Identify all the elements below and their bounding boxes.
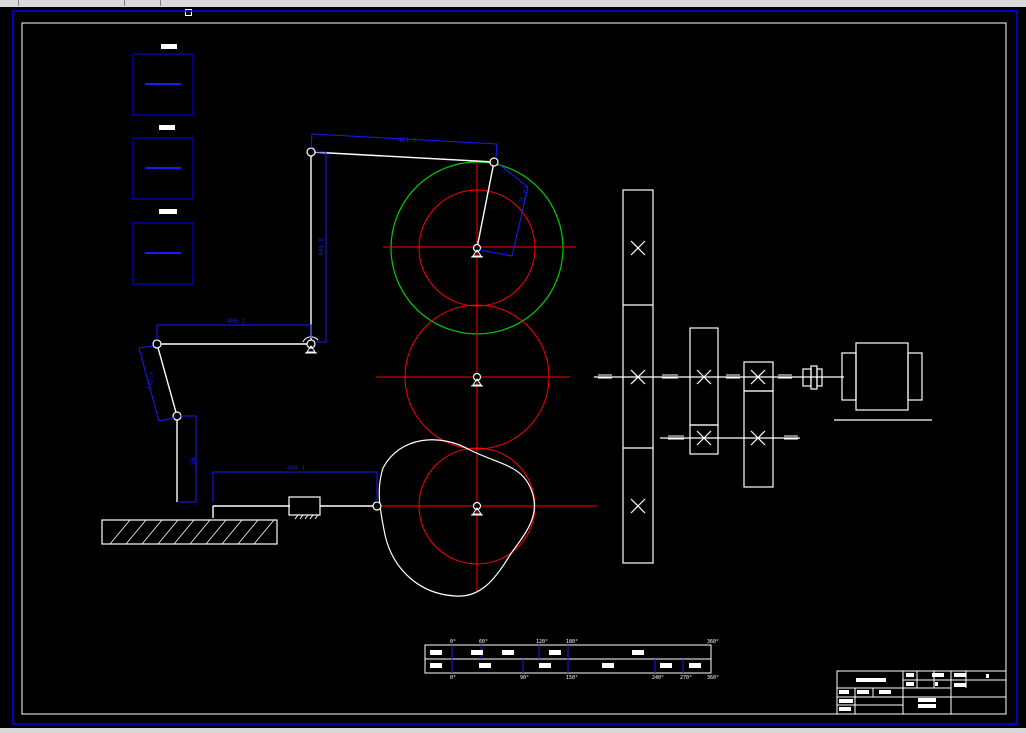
tick-label: 270°	[680, 675, 692, 681]
tick-label: 360°	[707, 639, 719, 645]
tick-label: 150°	[566, 675, 578, 681]
dim-label: 449.8	[318, 238, 325, 256]
drawing-sheet: 461.8 75.03 449.8 400.1 115.7 56 490.1 0…	[12, 10, 1018, 725]
dim-label: 75.03	[518, 185, 530, 205]
legend-label	[159, 125, 175, 130]
tick-label: 240°	[652, 675, 664, 681]
legend-label	[161, 44, 177, 49]
dimension-line	[156, 324, 312, 340]
motor-icon	[834, 342, 932, 421]
dimension-line	[138, 345, 175, 422]
tick-label: 0°	[450, 639, 456, 645]
bearing-icon	[598, 374, 798, 440]
dim-label: 461.8	[398, 137, 416, 144]
tick-label: 60°	[479, 639, 488, 645]
tick-label: 180°	[566, 639, 578, 645]
work-table	[101, 519, 278, 545]
crank-link	[476, 161, 495, 249]
joint	[306, 147, 316, 157]
gear-block	[689, 424, 719, 455]
cad-drawing-canvas[interactable]: 461.8 75.03 449.8 400.1 115.7 56 490.1 0…	[0, 0, 1026, 733]
pivot-icon	[302, 249, 483, 516]
legend-group	[132, 44, 194, 285]
joint	[152, 339, 162, 349]
tick-label: 120°	[536, 639, 548, 645]
tick-label: 360°	[707, 675, 719, 681]
tick-label: 0°	[450, 675, 456, 681]
motion-chart: 0° 60° 120° 180° 360° 0° 90° 150° 240° 2…	[424, 639, 719, 681]
table-hatch	[109, 519, 275, 545]
coupler-link	[310, 151, 495, 163]
tick-label: 90°	[520, 675, 529, 681]
dimension-labels: 461.8 75.03 449.8 400.1 115.7 56 490.1	[145, 137, 530, 472]
gearbox-schematic	[594, 189, 932, 564]
slant-link	[156, 343, 178, 417]
dimensions	[138, 133, 529, 503]
dim-label: 400.1	[227, 318, 245, 325]
cam-profile	[378, 439, 535, 597]
slider-block	[288, 496, 321, 516]
joint	[372, 501, 382, 511]
status-strip	[0, 728, 1026, 733]
dim-label: 115.7	[145, 371, 157, 391]
legend-label	[159, 209, 177, 214]
joint	[172, 411, 182, 421]
joint	[489, 157, 499, 167]
dim-label: 490.1	[287, 465, 305, 472]
dim-label: 56	[190, 457, 197, 465]
